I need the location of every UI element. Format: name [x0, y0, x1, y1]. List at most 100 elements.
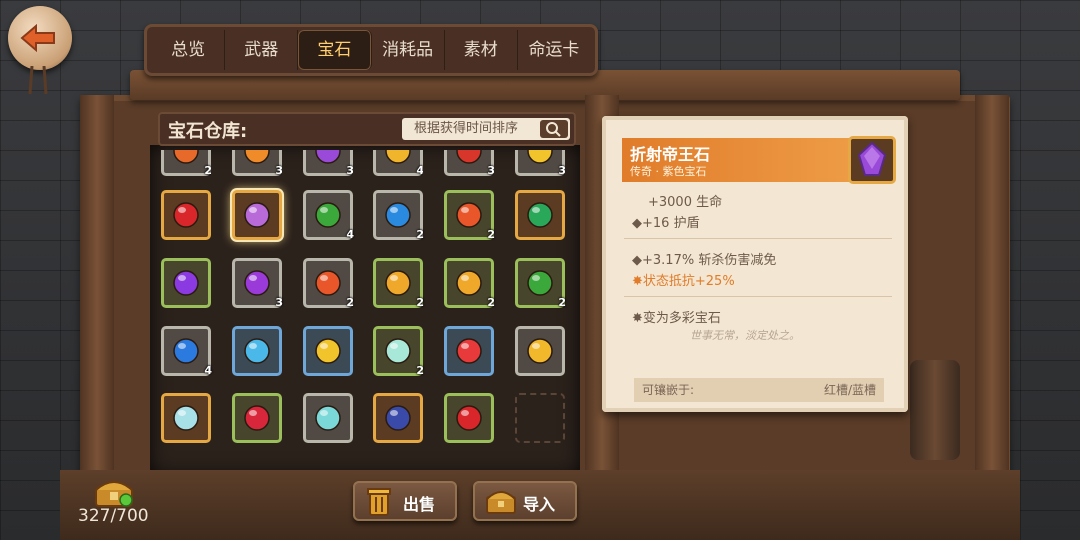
purple-gem-icon: [857, 141, 887, 176]
gem-detail-panel: 折射帝王石 传奇 · 紫色宝石 +3000 生命 ◆+16 护盾 ◆+3.17%…: [602, 116, 908, 412]
gem-slot[interactable]: [232, 393, 282, 443]
gem-icon: [244, 405, 270, 431]
gem-icon: [385, 338, 411, 364]
gem-icon: [527, 150, 553, 164]
gem-icon: [456, 202, 482, 228]
gem-slot[interactable]: 2: [373, 190, 424, 241]
gem-slot[interactable]: 2: [444, 190, 495, 241]
gem-slot: 3: [515, 150, 565, 176]
gem-icon: [315, 202, 341, 228]
tab-consumables[interactable]: 消耗品: [372, 30, 445, 70]
sell-label: 出售: [403, 495, 436, 514]
search-icon: [546, 122, 561, 137]
socket-info: 可镶嵌于: 红槽/蓝槽: [634, 378, 884, 402]
gem-icon: [456, 405, 482, 431]
gem-slot[interactable]: [161, 393, 211, 443]
socket-value: 红槽/蓝槽: [823, 383, 876, 397]
gem-count: 4: [204, 364, 212, 377]
gem-slot-partial[interactable]: 3: [303, 150, 353, 176]
gem-slot: 2: [161, 150, 211, 176]
gem-slot[interactable]: [373, 393, 423, 443]
gem-slot[interactable]: 2: [444, 258, 495, 309]
gem-effect: ✸变为多彩宝石: [632, 311, 721, 326]
gem-icon: [173, 405, 199, 431]
gem-slot[interactable]: 2: [515, 258, 566, 309]
back-arrow-icon: [20, 24, 55, 52]
gem-count: 2: [487, 296, 495, 309]
gem-count: 4: [346, 228, 354, 241]
import-button[interactable]: 导入: [473, 481, 577, 521]
divider: [624, 238, 892, 239]
gem-count: 2: [204, 164, 211, 176]
back-button-legs: [28, 66, 48, 95]
gem-icon: [244, 338, 270, 364]
gem-slot[interactable]: 2: [303, 258, 354, 309]
gem-slot[interactable]: [303, 393, 353, 443]
sort-dropdown[interactable]: 根据获得时间排序: [402, 118, 570, 140]
gem-slot[interactable]: [515, 190, 565, 240]
gem-icon: [527, 270, 553, 296]
gem-count: 3: [558, 164, 565, 176]
gem-icon: [456, 150, 482, 164]
treasure-chest-icon: [95, 481, 133, 507]
tab-weapons[interactable]: 武器: [225, 30, 299, 70]
gem-slot[interactable]: [232, 326, 282, 376]
sort-search-button[interactable]: [540, 120, 568, 138]
frame-post: [975, 95, 1009, 495]
warehouse-header: 宝石仓库: 根据获得时间排序: [158, 112, 576, 146]
gem-slot[interactable]: [161, 190, 211, 240]
gem-count: 2: [416, 296, 424, 309]
tab-fate-cards[interactable]: 命运卡: [518, 30, 590, 70]
gem-slot[interactable]: 4: [161, 326, 212, 377]
tab-overview[interactable]: 总览: [152, 30, 226, 70]
gem-slot[interactable]: [303, 326, 353, 376]
gem-icon: [244, 150, 270, 164]
gem-slot[interactable]: 4: [303, 190, 354, 241]
gem-slot-partial[interactable]: 3: [444, 150, 494, 176]
gem-detail-icon: [848, 136, 896, 184]
gem-icon: [315, 405, 341, 431]
gem-icon: [173, 202, 199, 228]
gem-icon: [385, 270, 411, 296]
gem-slot[interactable]: 3: [232, 258, 283, 309]
warehouse-title: 宝石仓库:: [168, 121, 248, 142]
gem-count: 3: [487, 164, 494, 176]
gem-slot: 3: [303, 150, 353, 176]
back-button[interactable]: [8, 6, 72, 70]
gem-slot[interactable]: [232, 190, 282, 240]
gem-slot[interactable]: [444, 326, 494, 376]
gem-icon: [244, 270, 270, 296]
gem-icon: [315, 150, 341, 164]
stat-shield: ◆+16 护盾: [632, 216, 700, 231]
sell-button[interactable]: 出售: [353, 481, 457, 521]
empty-gem-slot[interactable]: [515, 393, 565, 443]
gem-slot-partial[interactable]: 2: [161, 150, 211, 176]
gem-count: 3: [275, 164, 282, 176]
gem-count: 2: [558, 296, 566, 309]
gem-slot: 4: [373, 150, 423, 176]
gem-count: 2: [416, 364, 424, 377]
gem-slot-partial[interactable]: 3: [515, 150, 565, 176]
gem-icon: [527, 338, 553, 364]
gem-slot[interactable]: 2: [373, 326, 424, 377]
tab-gems[interactable]: 宝石: [298, 30, 372, 70]
category-tabs: 总览 武器 宝石 消耗品 素材 命运卡: [144, 24, 598, 76]
gem-icon: [385, 202, 411, 228]
gem-count: 4: [416, 164, 423, 176]
gem-icon: [173, 270, 199, 296]
gem-icon: [456, 270, 482, 296]
import-label: 导入: [523, 495, 556, 514]
gem-count: 2: [487, 228, 495, 241]
gem-slot[interactable]: [161, 258, 211, 308]
gem-detail-header: 折射帝王石 传奇 · 紫色宝石: [622, 138, 884, 182]
chest-import-icon: [486, 491, 516, 514]
gem-slot-partial[interactable]: 4: [373, 150, 423, 176]
gem-count: 3: [275, 296, 283, 309]
gem-slot[interactable]: [515, 326, 565, 376]
gem-count: 2: [346, 296, 354, 309]
gem-slot[interactable]: 2: [373, 258, 424, 309]
gem-slot[interactable]: [444, 393, 494, 443]
tab-materials[interactable]: 素材: [445, 30, 518, 70]
gem-icon: [244, 202, 270, 228]
gem-slot-partial[interactable]: 3: [232, 150, 282, 176]
